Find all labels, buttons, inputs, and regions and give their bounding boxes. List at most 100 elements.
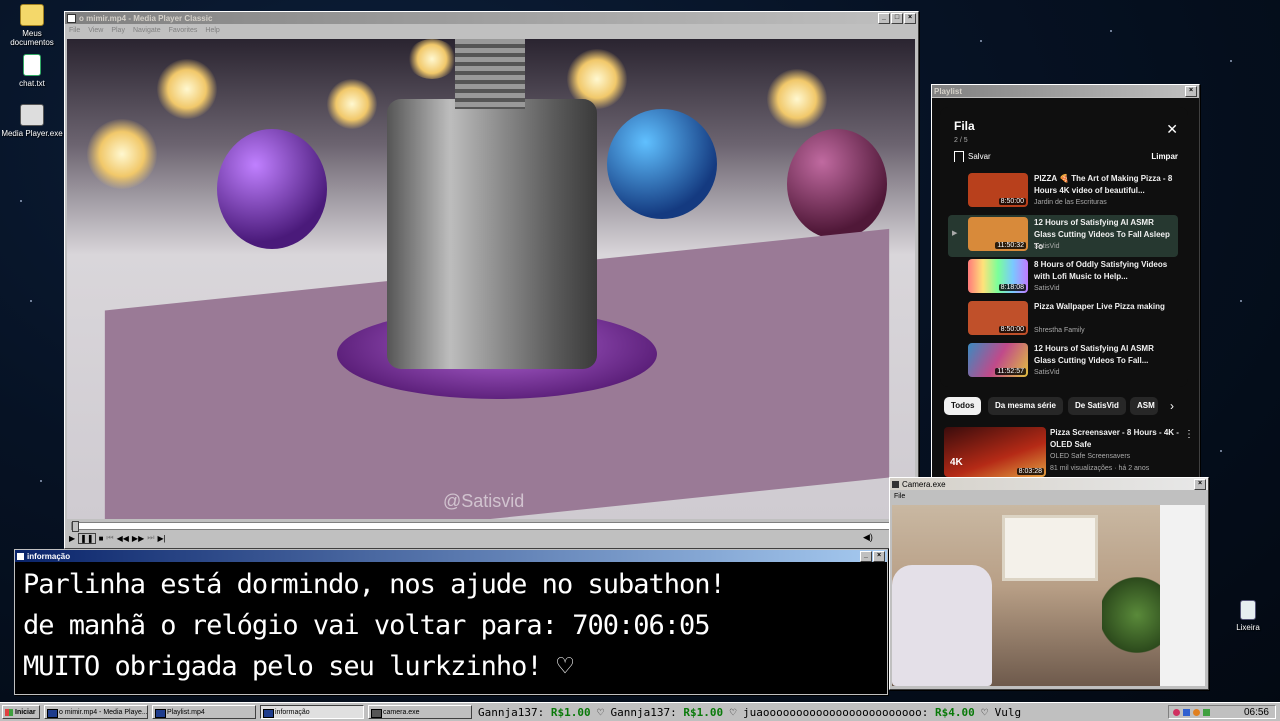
queue-position: 2 / 5 bbox=[954, 137, 968, 144]
ticker-amount: R$4.00 bbox=[935, 706, 975, 719]
chip-asmr[interactable]: ASM bbox=[1130, 397, 1158, 415]
folder-icon bbox=[20, 4, 44, 26]
menu-view[interactable]: View bbox=[88, 27, 103, 34]
taskbar-item-camera[interactable]: camera.exe bbox=[368, 705, 472, 719]
metal-press-cylinder bbox=[387, 99, 597, 369]
tray-icon[interactable] bbox=[1203, 709, 1210, 716]
bokeh-light bbox=[87, 119, 157, 189]
playlist-titlebar[interactable]: Playlist × bbox=[932, 85, 1199, 97]
purple-glass-orb bbox=[217, 129, 327, 249]
queue-item[interactable]: 8:50:00 PIZZA 🍕 The Art of Making Pizza … bbox=[948, 173, 1178, 213]
queue-title: Fila bbox=[954, 119, 975, 133]
seek-handle[interactable] bbox=[72, 521, 79, 532]
camera-feed bbox=[892, 505, 1205, 686]
close-button[interactable]: × bbox=[904, 12, 916, 24]
queue-panel: Fila 2 / 5 ✕ Salvar Limpar 8:50:00 PIZZA… bbox=[940, 107, 1188, 387]
queue-item[interactable]: 8:50:00 Pizza Wallpaper Live Pizza makin… bbox=[948, 301, 1178, 341]
recommendation-item[interactable]: 4K 8:03:28 Pizza Screensaver - 8 Hours -… bbox=[944, 427, 1194, 477]
desktop-icon-recycle-bin[interactable]: Lixeira bbox=[1216, 600, 1280, 632]
queue-item[interactable]: 11:52:57 12 Hours of Satisfying AI ASMR … bbox=[948, 343, 1178, 383]
media-player-app-icon bbox=[67, 13, 76, 23]
menu-navigate[interactable]: Navigate bbox=[133, 27, 161, 34]
media-player-titlebar[interactable]: o mimir.mp4 - Media Player Classic _ □ × bbox=[65, 12, 918, 24]
ticker-user: Vulg bbox=[994, 706, 1022, 719]
close-button[interactable]: × bbox=[1194, 478, 1206, 490]
playback-controls: ▶ ❚❚ ■ ⏮ ◀◀ ▶▶ ⏭ ▶| bbox=[69, 532, 166, 544]
text-file-icon bbox=[23, 54, 41, 76]
desktop-icon-chat-txt[interactable]: chat.txt bbox=[0, 54, 64, 88]
media-player-window: o mimir.mp4 - Media Player Classic _ □ ×… bbox=[64, 11, 919, 549]
ticker-user: Gannja137: bbox=[478, 706, 545, 719]
menu-file[interactable]: File bbox=[894, 493, 905, 500]
close-button[interactable]: × bbox=[873, 550, 885, 562]
chip-same-series[interactable]: Da mesma série bbox=[988, 397, 1063, 415]
minimize-button[interactable]: _ bbox=[878, 12, 890, 24]
chip-satisvid[interactable]: De SatisVid bbox=[1068, 397, 1126, 415]
more-options-icon[interactable]: ⋮ bbox=[1184, 429, 1194, 440]
tray-icon[interactable] bbox=[1193, 709, 1200, 716]
close-queue-icon[interactable]: ✕ bbox=[1166, 121, 1178, 138]
plum-glass-orb bbox=[787, 129, 887, 239]
stop-icon[interactable]: ■ bbox=[99, 534, 104, 543]
rewind-icon[interactable]: ◀◀ bbox=[117, 534, 129, 543]
info-titlebar[interactable]: informação _ × bbox=[15, 550, 887, 562]
frame-step-icon[interactable]: ▶| bbox=[157, 534, 165, 543]
armchair bbox=[892, 565, 992, 686]
blue-glass-orb bbox=[607, 109, 717, 219]
close-button[interactable]: × bbox=[1185, 85, 1197, 97]
previous-icon[interactable]: ⏮ bbox=[106, 533, 113, 543]
save-queue-button[interactable]: Salvar bbox=[954, 151, 991, 162]
clear-queue-button[interactable]: Limpar bbox=[1151, 152, 1178, 161]
video-thumbnail: 8:50:00 bbox=[968, 301, 1028, 335]
queue-item[interactable]: 8:18:08 8 Hours of Oddly Satisfying Vide… bbox=[948, 259, 1178, 299]
tray-icon[interactable] bbox=[1183, 709, 1190, 716]
media-player-menubar: File View Play Navigate Favorites Help bbox=[65, 24, 918, 36]
queue-item-active[interactable]: ▶ 11:50:32 12 Hours of Satisfying AI ASM… bbox=[948, 215, 1178, 257]
heart-icon: ♡ bbox=[981, 706, 995, 719]
media-player-icon bbox=[20, 104, 44, 126]
tray-clock[interactable]: 06:56 bbox=[1244, 707, 1269, 718]
taskbar-item-media-player[interactable]: o mimir.mp4 - Media Playe... bbox=[44, 705, 148, 719]
menu-play[interactable]: Play bbox=[111, 27, 125, 34]
playlist-window: Playlist × Fila 2 / 5 ✕ Salvar Limpar 8:… bbox=[931, 84, 1200, 478]
ticker-user: juaoooooooooooooooooooooooo: bbox=[742, 706, 929, 719]
taskbar-item-playlist[interactable]: Playlist.mp4 bbox=[152, 705, 256, 719]
info-line-3: MUITO obrigada pelo seu lurkzinho! ♡ bbox=[23, 651, 573, 682]
video-thumbnail: 11:50:32 bbox=[968, 217, 1028, 251]
chevron-right-icon[interactable]: › bbox=[1170, 399, 1174, 413]
start-button[interactable]: Iniciar bbox=[2, 705, 40, 719]
bokeh-light bbox=[327, 79, 377, 129]
ticker-amount: R$1.00 bbox=[550, 706, 591, 719]
chip-todos[interactable]: Todos bbox=[944, 397, 982, 415]
video-thumbnail: 8:18:08 bbox=[968, 259, 1028, 293]
fast-forward-icon[interactable]: ▶▶ bbox=[132, 534, 144, 543]
menu-file[interactable]: File bbox=[69, 27, 80, 34]
bokeh-light bbox=[157, 59, 217, 119]
seek-bar[interactable] bbox=[71, 521, 913, 532]
bokeh-light bbox=[767, 69, 827, 129]
ticker-amount: R$1.00 bbox=[683, 706, 724, 719]
play-icon[interactable]: ▶ bbox=[69, 534, 75, 543]
camera-titlebar[interactable]: Camera.exe × bbox=[890, 478, 1208, 490]
ticker-user: Gannja137: bbox=[610, 706, 677, 719]
video-thumbnail: 8:50:00 bbox=[968, 173, 1028, 207]
taskbar-item-info[interactable]: informação bbox=[260, 705, 364, 719]
video-frame[interactable]: @Satisvid bbox=[67, 39, 915, 519]
desktop-icon-media-player[interactable]: Media Player.exe bbox=[0, 104, 64, 138]
menu-help[interactable]: Help bbox=[205, 27, 219, 34]
heart-icon: ♡ bbox=[597, 706, 611, 719]
volume-icon[interactable]: ◀) bbox=[863, 532, 873, 543]
video-thumbnail: 11:52:57 bbox=[968, 343, 1028, 377]
video-watermark: @Satisvid bbox=[443, 491, 525, 511]
tray-icon[interactable] bbox=[1173, 709, 1180, 716]
bookmark-icon bbox=[954, 151, 964, 162]
next-icon[interactable]: ⏭ bbox=[147, 533, 154, 543]
menu-favorites[interactable]: Favorites bbox=[169, 27, 198, 34]
desktop-icon-my-documents[interactable]: Meus documentos bbox=[0, 4, 64, 47]
minimize-button[interactable]: _ bbox=[860, 550, 872, 562]
bright-right-wall bbox=[1160, 505, 1205, 686]
maximize-button[interactable]: □ bbox=[891, 12, 903, 24]
window-light bbox=[1002, 515, 1098, 581]
heart-icon: ♡ bbox=[729, 706, 743, 719]
pause-icon[interactable]: ❚❚ bbox=[78, 532, 96, 544]
